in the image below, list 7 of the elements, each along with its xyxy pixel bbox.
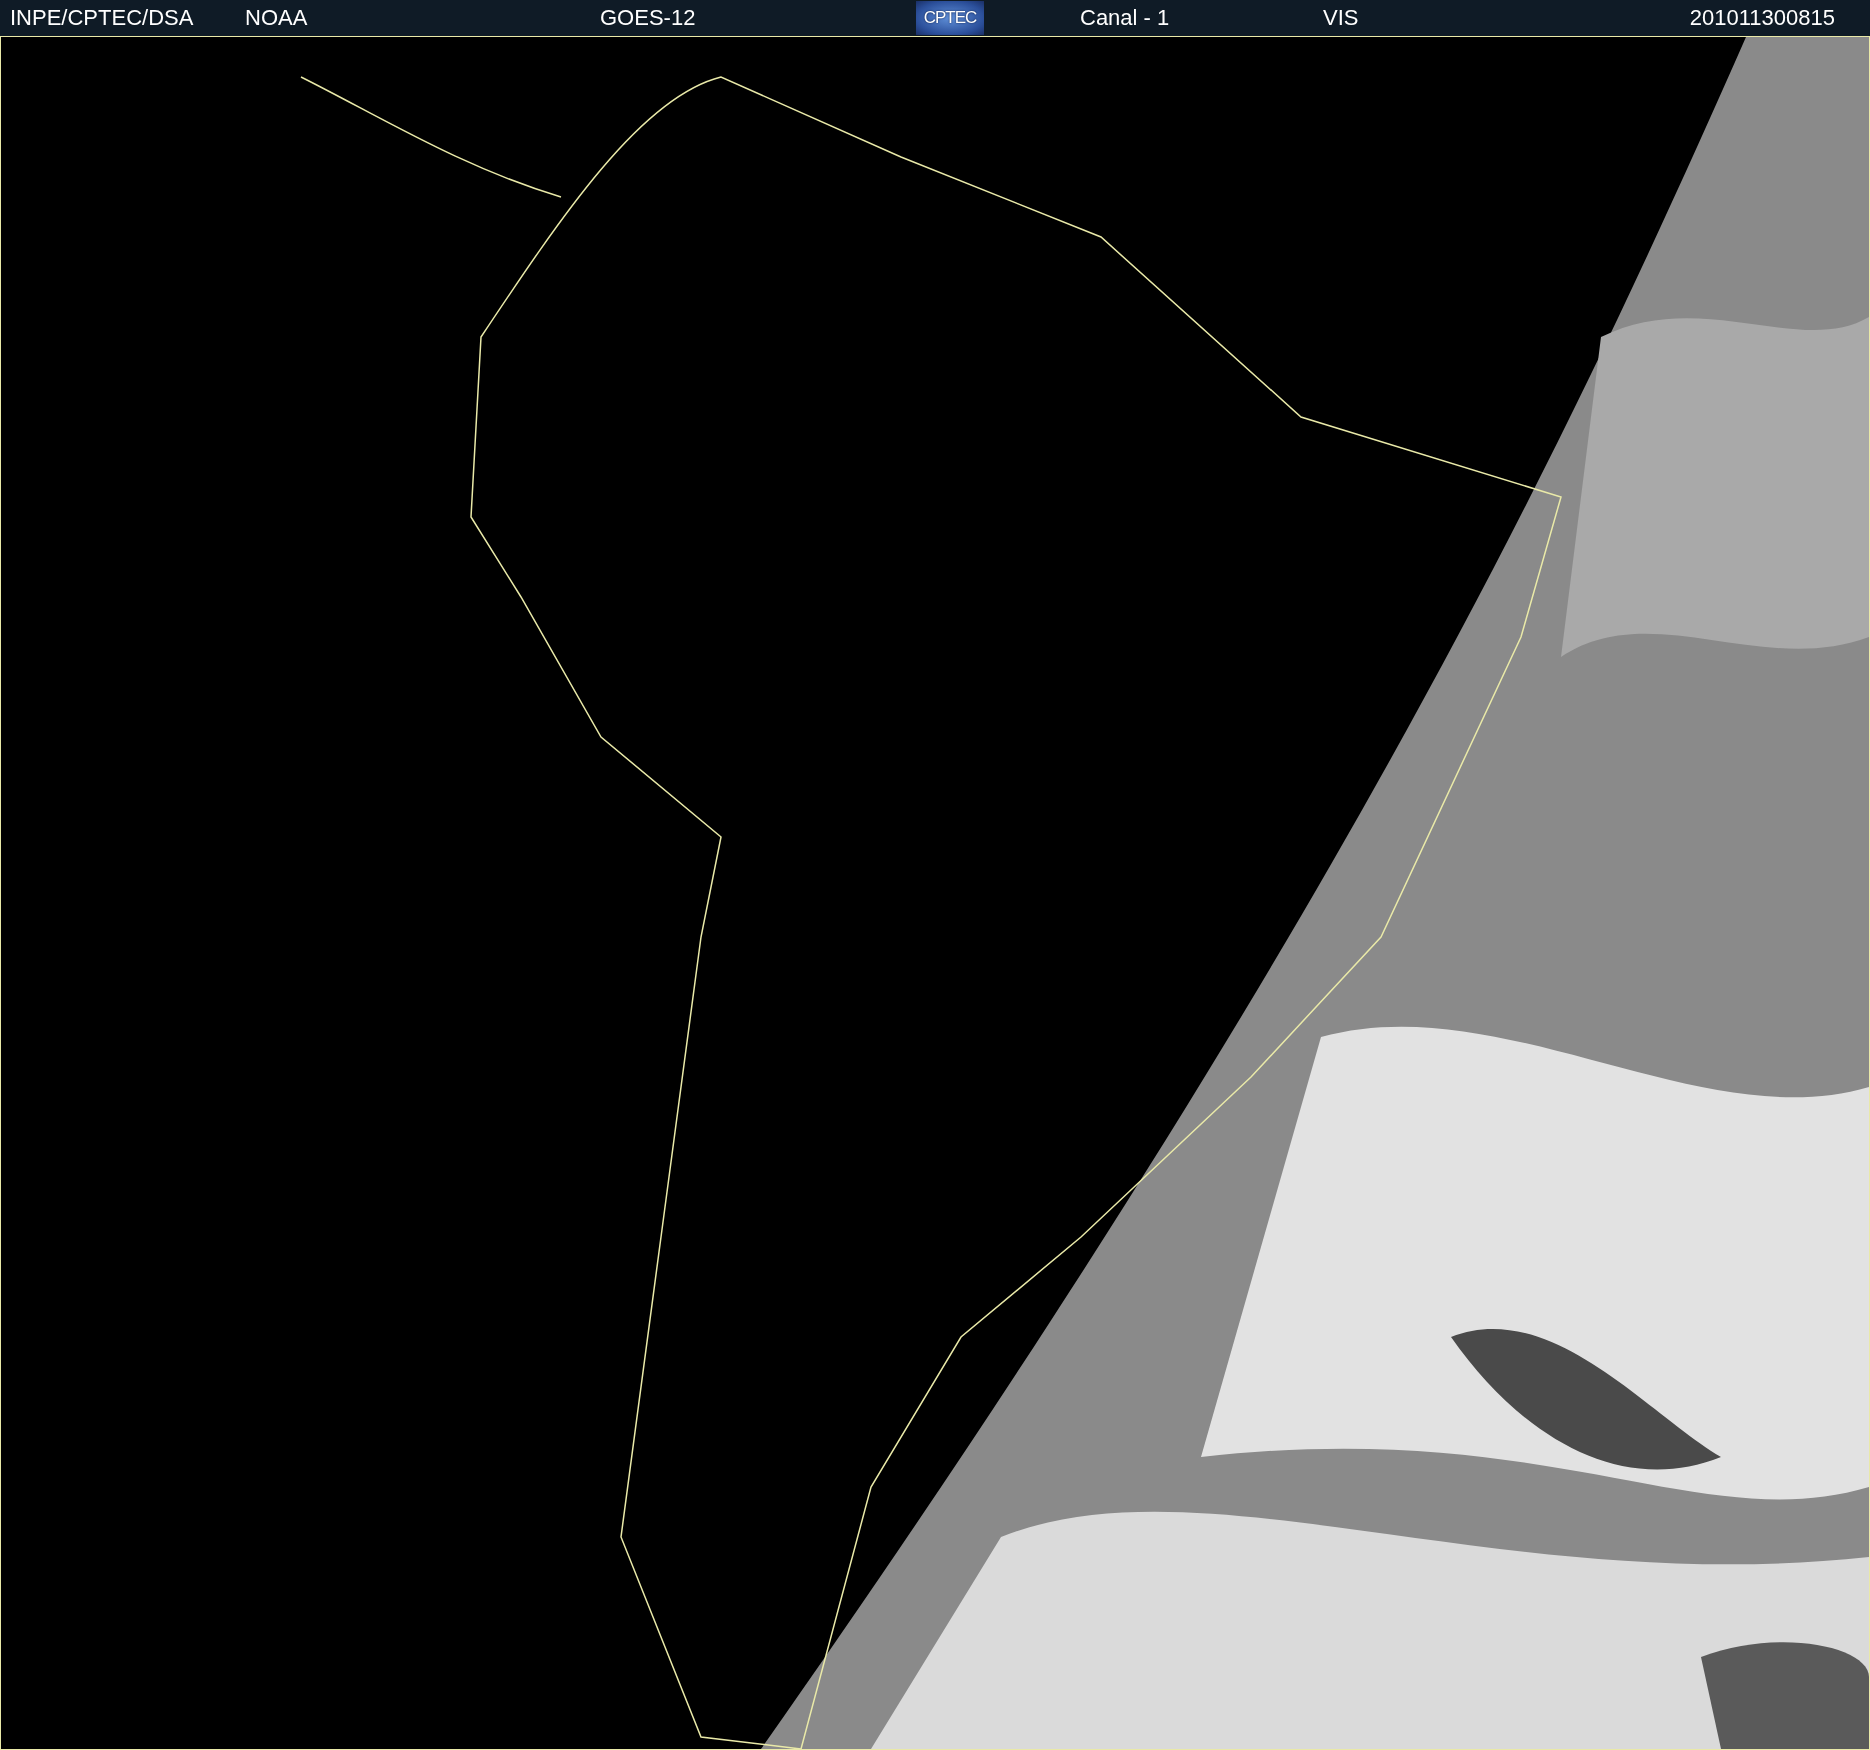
band-label: VIS bbox=[1323, 5, 1359, 31]
agency-label: NOAA bbox=[245, 5, 308, 31]
logo: CPTEC bbox=[916, 1, 984, 35]
satellite-label: GOES-12 bbox=[600, 5, 696, 31]
timestamp-label: 201011300815 bbox=[1689, 5, 1835, 31]
channel-label: Canal - 1 bbox=[1080, 5, 1170, 31]
source-label: INPE/CPTEC/DSA bbox=[10, 5, 194, 31]
